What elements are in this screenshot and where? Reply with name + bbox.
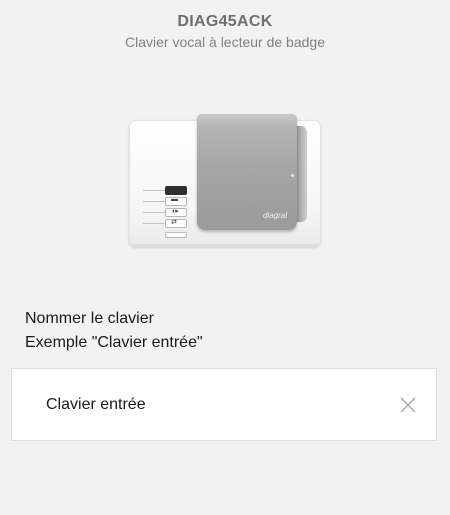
- key-button: ▬: [165, 196, 187, 206]
- key-button: [165, 186, 187, 195]
- reader-side: [297, 126, 307, 222]
- header: DIAG45ACK Clavier vocal à lecteur de bad…: [0, 12, 450, 51]
- key-button: [165, 232, 187, 238]
- key-button: ⇄: [165, 219, 187, 228]
- reader-top: [197, 114, 297, 128]
- device-description: Clavier vocal à lecteur de badge: [124, 34, 325, 50]
- name-instructions: Nommer le clavier Exemple "Clavier entré…: [25, 307, 425, 355]
- close-icon[interactable]: [398, 395, 418, 415]
- name-label: Nommer le clavier: [25, 310, 154, 327]
- device-base: [133, 244, 319, 248]
- key-line: [143, 190, 165, 191]
- key-line: [143, 201, 165, 202]
- keypad-badge-reader-image: ▬ ◖▸ ⇄ diagral: [129, 114, 323, 250]
- key-button: ◖▸: [165, 208, 187, 217]
- keypad-name-input[interactable]: [46, 395, 366, 415]
- device-model-title: DIAG45ACK: [177, 13, 273, 30]
- brand-logo: diagral: [262, 211, 287, 220]
- key-line: [143, 223, 165, 224]
- reader-led: [291, 174, 294, 177]
- badge-reader: diagral: [197, 114, 297, 230]
- keypad-name-field[interactable]: [11, 368, 437, 441]
- key-line: [143, 212, 165, 213]
- name-example: Exemple "Clavier entrée": [25, 334, 203, 351]
